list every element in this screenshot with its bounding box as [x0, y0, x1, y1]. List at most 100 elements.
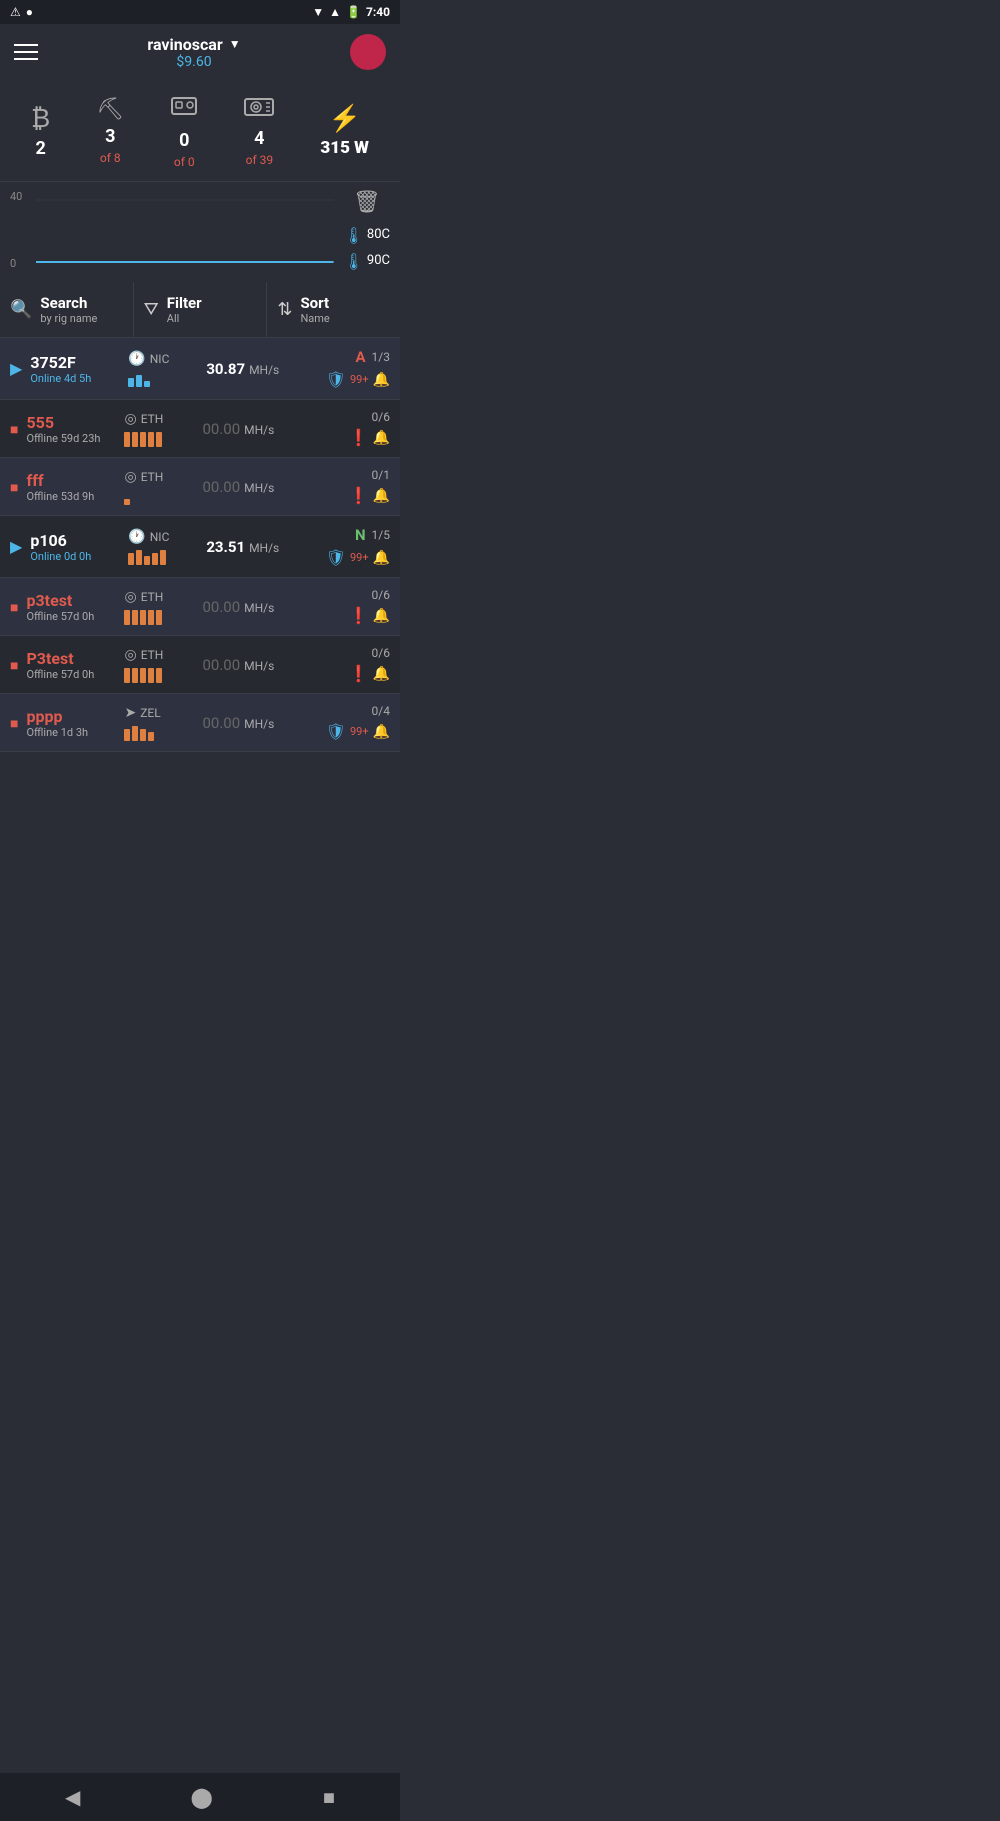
rig-bottom-right: ❗🔔	[349, 486, 390, 505]
hashrate-bars	[124, 725, 154, 741]
search-button[interactable]: 🔍 Search by rig name	[0, 282, 134, 337]
stat-coins[interactable]: ₿ 2	[31, 103, 50, 159]
alert-badge: 99+	[350, 725, 369, 738]
sort-text: Sort Name	[300, 294, 329, 325]
bar	[148, 732, 154, 741]
temp-display: 🌡 80C 🌡 90C	[344, 223, 390, 274]
rig-algo-col: 🕐NIC	[128, 529, 198, 565]
menu-button[interactable]	[14, 44, 38, 60]
stop-icon: ■	[10, 658, 18, 674]
status-bar: ⚠ ● ▼ ▲ 🔋 7:40	[0, 0, 400, 24]
stop-icon: ■	[10, 600, 18, 616]
rig-status-button[interactable]: ■	[10, 477, 18, 496]
rig-item[interactable]: ■ppppOffline 1d 3h➤ZEL00.00 MH/s0/4🛡99+🔔	[0, 694, 400, 752]
rig-name: fff	[26, 471, 116, 490]
gpus-value: 4	[254, 128, 264, 149]
rig-top-right: 0/4	[372, 704, 390, 718]
rig-fraction: 1/5	[372, 528, 390, 542]
algo-icon: ◎	[124, 647, 136, 663]
controls-row: 🔍 Search by rig name ⛛ Filter All ⇅ Sort…	[0, 282, 400, 338]
sort-button[interactable]: ⇅ Sort Name	[267, 282, 400, 337]
rig-status-button[interactable]: ■	[10, 655, 18, 674]
rig-top-right: 0/1	[372, 468, 390, 482]
rig-name: 555	[26, 413, 116, 432]
rig-status-button[interactable]: ■	[10, 597, 18, 616]
back-button[interactable]: ◀	[65, 1785, 80, 1809]
search-title: Search	[40, 294, 97, 312]
username-display[interactable]: ravinoscar ▼	[147, 35, 240, 54]
rig-hashrate-col: 00.00 MH/s	[202, 597, 322, 616]
rig-item[interactable]: ▶p106Online 0d 0h🕐NIC23.51 MH/sN1/5🛡99+🔔	[0, 516, 400, 578]
stat-gpus[interactable]: 4 of 39	[244, 95, 274, 167]
rig-hashrate-col: 00.00 MH/s	[202, 477, 322, 496]
hashrate-value: 00.00	[202, 420, 240, 438]
balance-display: $9.60	[147, 54, 240, 70]
algo-name: NIC	[150, 530, 170, 544]
search-sub: by rig name	[40, 312, 97, 325]
bell-icon[interactable]: 🔔	[373, 608, 390, 624]
recents-button[interactable]: ■	[323, 1785, 335, 1810]
power-value: 315 W	[320, 138, 369, 158]
bell-icon[interactable]: 🔔	[373, 666, 390, 682]
hashrate-unit: MH/s	[244, 717, 274, 731]
rig-status-button[interactable]: ■	[10, 713, 18, 732]
time-display: 7:40	[366, 5, 390, 19]
rig-fraction: 0/6	[372, 646, 390, 660]
hashrate-bars	[124, 431, 162, 447]
bar	[156, 610, 162, 625]
rig-item[interactable]: ■555Offline 59d 23h◎ETH00.00 MH/s0/6❗🔔	[0, 400, 400, 458]
rig-status-text: Online 4d 5h	[30, 372, 120, 385]
coins-icon: ₿	[31, 103, 50, 134]
hashrate-bars	[124, 609, 162, 625]
algo-label: ◎ETH	[124, 589, 163, 605]
stat-rigs[interactable]: 0 of 0	[170, 92, 198, 169]
rig-list: ▶3752FOnline 4d 5h🕐NIC30.87 MH/sA1/3🛡99+…	[0, 338, 400, 752]
bell-icon[interactable]: 🔔	[373, 724, 390, 740]
rig-status-button[interactable]: ▶	[10, 537, 22, 556]
bar	[144, 556, 150, 565]
rig-item[interactable]: ■p3testOffline 57d 0h◎ETH00.00 MH/s0/6❗🔔	[0, 578, 400, 636]
rig-hashrate-col: 30.87 MH/s	[206, 359, 317, 378]
stat-power[interactable]: ⚡ 315 W	[320, 104, 369, 158]
rig-fraction: 1/3	[372, 350, 390, 364]
bar	[144, 381, 150, 387]
rig-status-text: Offline 59d 23h	[26, 432, 116, 445]
bell-icon[interactable]: 🔔	[373, 550, 390, 566]
home-button[interactable]: ⬤	[190, 1785, 212, 1809]
rig-status-text: Offline 57d 0h	[26, 668, 116, 681]
stat-miners[interactable]: ⛏ 3 of 8	[96, 97, 124, 165]
rig-status-button[interactable]: ■	[10, 419, 18, 438]
battery-icon: 🔋	[346, 5, 361, 19]
hashrate-unit: MH/s	[244, 481, 274, 495]
bell-icon[interactable]: 🔔	[373, 372, 390, 388]
rig-right-col: 0/4🛡99+🔔	[326, 704, 390, 741]
rig-status-button[interactable]: ▶	[10, 359, 22, 378]
rig-name-col: fffOffline 53d 9h	[26, 471, 116, 503]
warning-icon: ⚠	[10, 5, 21, 19]
rig-top-right: A 1/3	[355, 348, 390, 366]
algo-icon: 🕐	[128, 351, 145, 367]
circle-icon: ●	[26, 5, 33, 19]
rig-item[interactable]: ■P3testOffline 57d 0h◎ETH00.00 MH/s0/6❗🔔	[0, 636, 400, 694]
bell-icon[interactable]: 🔔	[373, 430, 390, 446]
hashrate-value: 00.00	[202, 656, 240, 674]
rig-item[interactable]: ■fffOffline 53d 9h◎ETH00.00 MH/s0/1❗🔔	[0, 458, 400, 516]
hashrate-value: 30.87	[206, 360, 245, 378]
temp-critical-value: 90C	[367, 251, 390, 272]
rig-hashrate-col: 00.00 MH/s	[202, 713, 317, 732]
bar	[140, 729, 146, 741]
filter-button[interactable]: ⛛ Filter All	[134, 282, 268, 337]
rig-name-col: p106Online 0d 0h	[30, 531, 120, 563]
rig-right-col: 0/6❗🔔	[330, 646, 390, 683]
rig-name-col: 555Offline 59d 23h	[26, 413, 116, 445]
algo-status-letter: A	[355, 348, 365, 366]
rig-algo-col: 🕐NIC	[128, 351, 198, 387]
rig-right-col: 0/6❗🔔	[330, 588, 390, 625]
bell-icon[interactable]: 🔔	[373, 488, 390, 504]
rig-item[interactable]: ▶3752FOnline 4d 5h🕐NIC30.87 MH/sA1/3🛡99+…	[0, 338, 400, 400]
hashrate-bars	[128, 371, 150, 387]
chevron-down-icon: ▼	[229, 37, 241, 51]
filter-icon: ⛛	[144, 299, 159, 320]
status-dot[interactable]	[350, 34, 386, 70]
clear-chart-button[interactable]: 🗑	[353, 190, 381, 215]
